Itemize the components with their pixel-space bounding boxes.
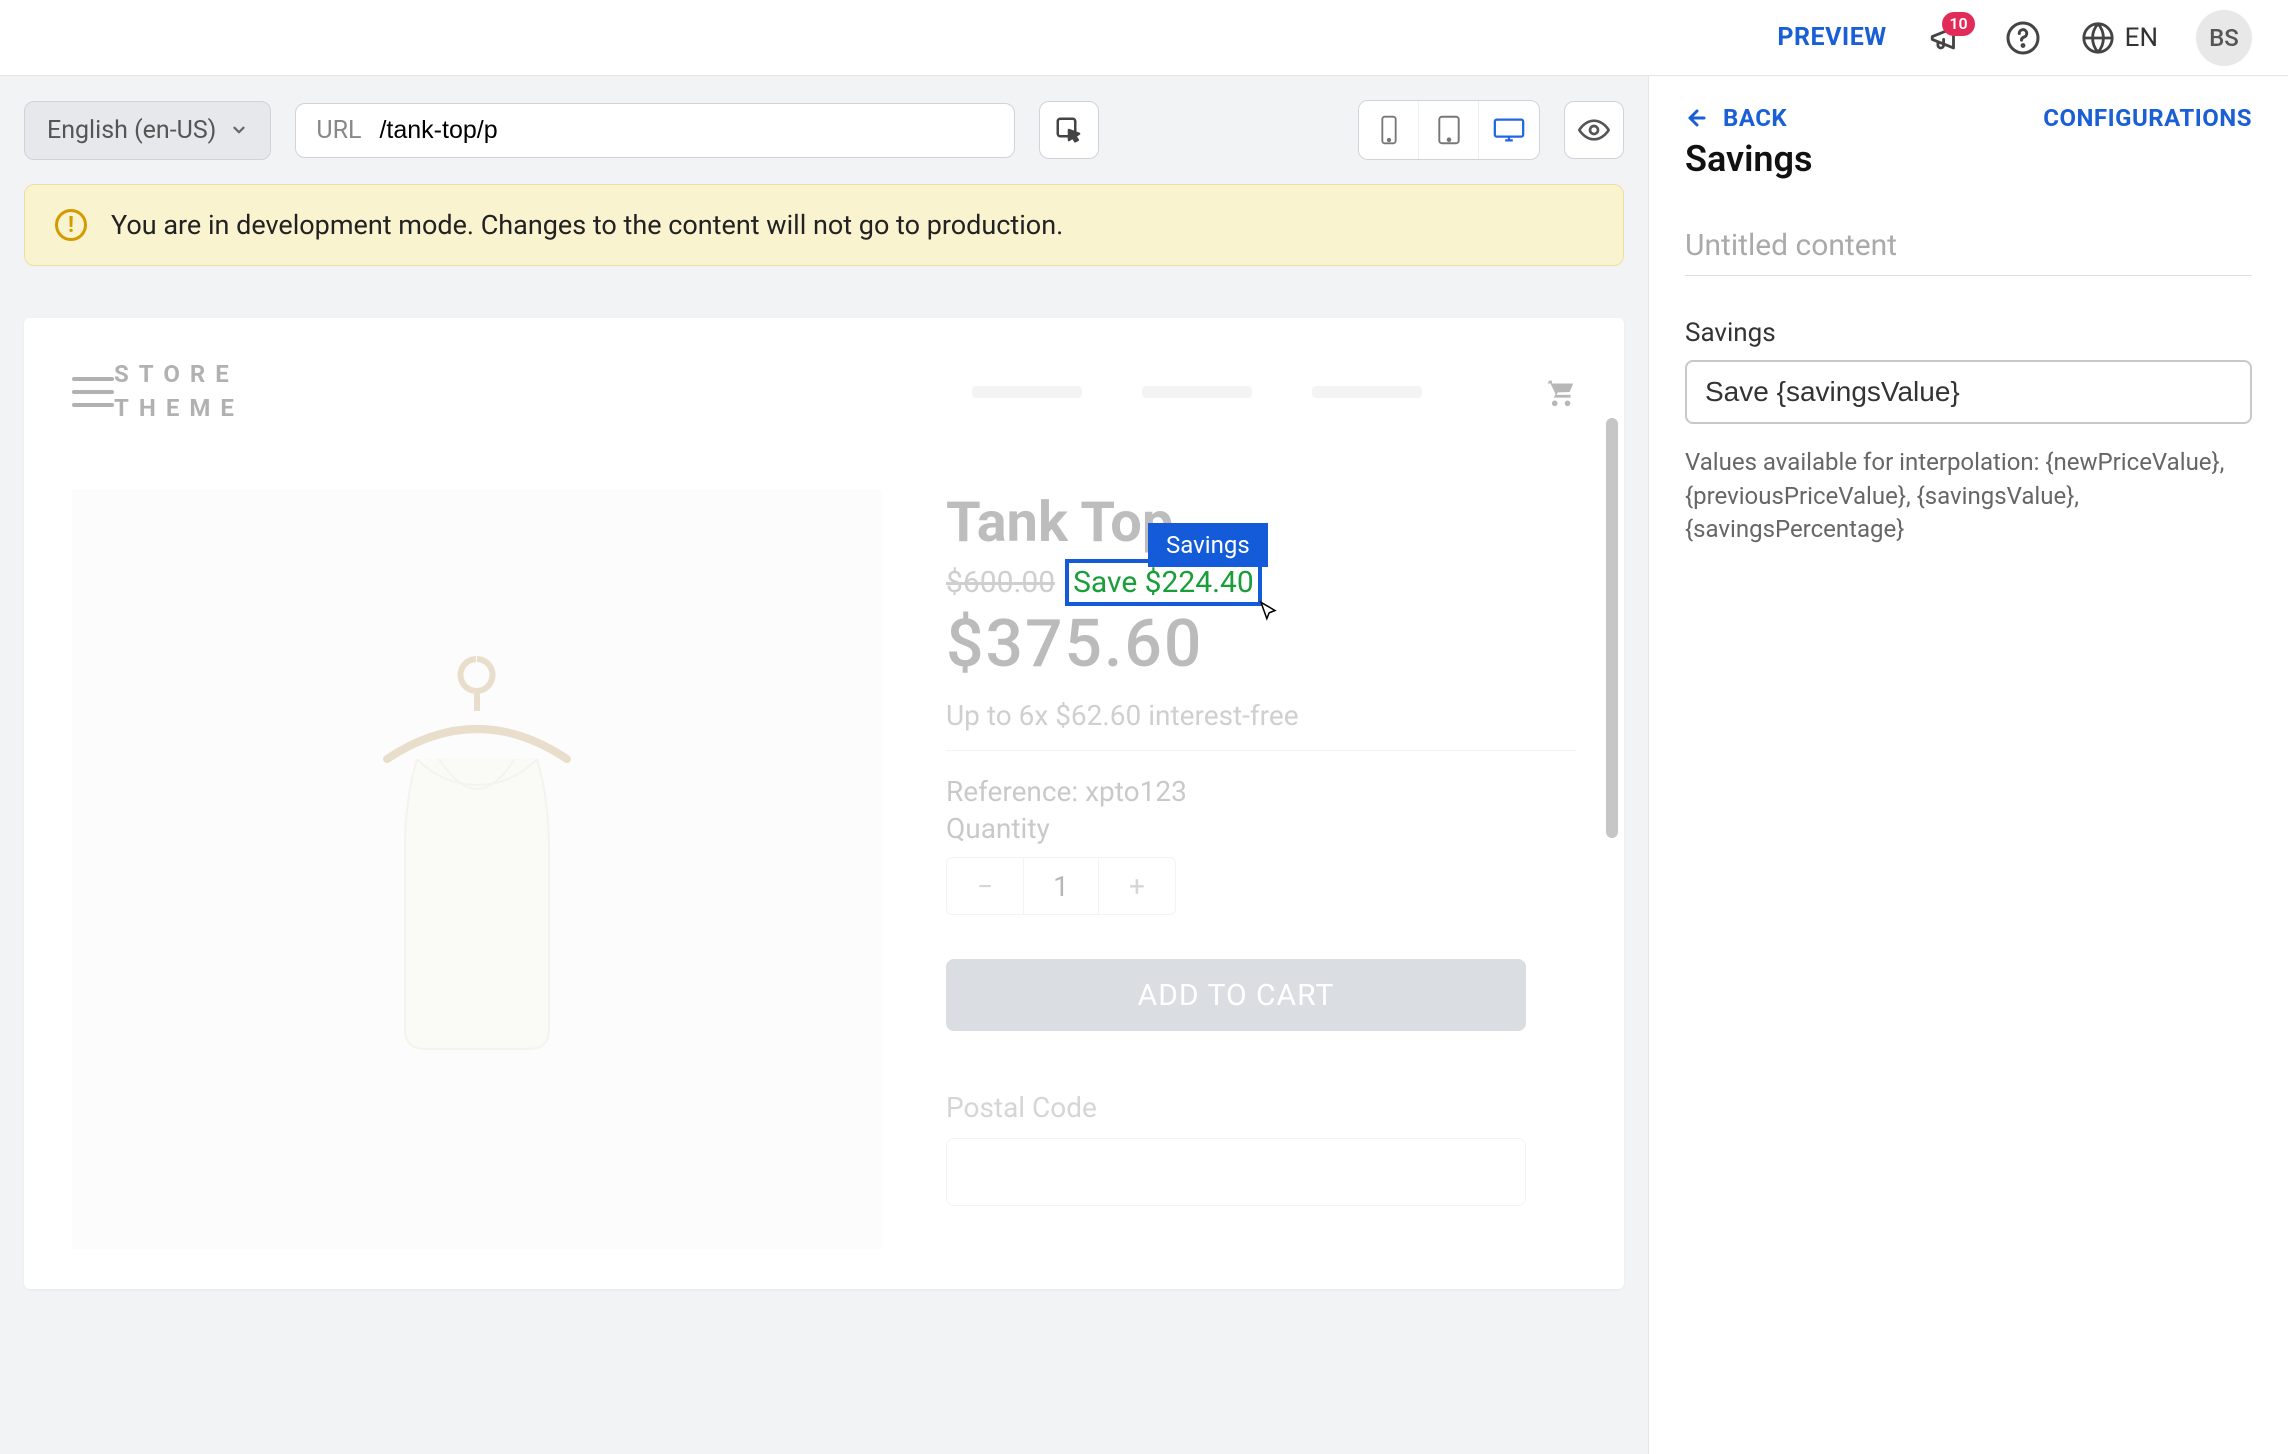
warning-icon: ! — [55, 209, 87, 241]
topbar: PREVIEW 10 EN BS — [0, 0, 2288, 76]
quantity-label: Quantity — [946, 812, 1576, 845]
preview-link[interactable]: PREVIEW — [1777, 23, 1886, 52]
savings-block[interactable]: Savings Save $224.40 — [1065, 565, 1262, 600]
pointer-square-icon — [1054, 115, 1084, 145]
store-header: STORE THEME — [72, 358, 1576, 425]
url-input[interactable] — [379, 116, 994, 145]
previous-price: $600.00 — [946, 565, 1055, 600]
nav-placeholder — [1312, 386, 1422, 398]
url-field[interactable]: URL — [295, 103, 1015, 158]
back-link[interactable]: BACK — [1685, 104, 1787, 132]
editor-column: English (en-US) URL — [0, 76, 1648, 1454]
product-image — [72, 489, 882, 1249]
quantity-increase[interactable]: + — [1099, 858, 1175, 914]
postal-input[interactable] — [946, 1138, 1526, 1206]
banner-text: You are in development mode. Changes to … — [111, 209, 1063, 241]
quantity-decrease[interactable]: − — [947, 858, 1023, 914]
dev-mode-banner: ! You are in development mode. Changes t… — [24, 184, 1624, 266]
config-panel: BACK CONFIGURATIONS Savings Untitled con… — [1648, 76, 2288, 1454]
avatar[interactable]: BS — [2196, 10, 2252, 66]
postal-label: Postal Code — [946, 1091, 1576, 1124]
quantity-stepper: − 1 + — [946, 857, 1176, 915]
viewport-switcher — [1358, 100, 1540, 160]
config-title: Savings — [1685, 138, 2252, 180]
scrollbar-thumb[interactable] — [1606, 418, 1618, 838]
interpolation-help: Values available for interpolation: {new… — [1685, 446, 2252, 547]
configurations-link[interactable]: CONFIGURATIONS — [2043, 104, 2252, 132]
savings-field-input[interactable] — [1685, 360, 2252, 424]
savings-block-label: Savings — [1148, 523, 1268, 567]
menu-icon[interactable] — [72, 377, 114, 407]
announcements-icon[interactable]: 10 — [1925, 18, 1965, 58]
add-to-cart-button[interactable]: ADD TO CART — [946, 959, 1526, 1031]
nav-placeholder — [972, 386, 1082, 398]
content-name-input[interactable]: Untitled content — [1685, 228, 2252, 276]
viewport-desktop[interactable] — [1479, 101, 1539, 159]
store-logo: STORE THEME — [114, 358, 244, 425]
back-label: BACK — [1723, 104, 1787, 132]
language-selector[interactable]: EN — [2081, 21, 2158, 55]
help-icon[interactable] — [2003, 18, 2043, 58]
desktop-icon — [1492, 116, 1526, 144]
tablet-icon — [1436, 115, 1462, 145]
notification-badge: 10 — [1942, 12, 1974, 36]
mobile-icon — [1378, 115, 1400, 145]
view-live-button[interactable] — [1564, 101, 1624, 159]
savings-field-label: Savings — [1685, 318, 2252, 348]
nav-placeholder — [1142, 386, 1252, 398]
url-label: URL — [316, 116, 361, 145]
locale-select[interactable]: English (en-US) — [24, 101, 271, 160]
language-code: EN — [2125, 23, 2158, 53]
select-element-button[interactable] — [1039, 101, 1099, 159]
viewport-tablet[interactable] — [1419, 101, 1479, 159]
editor-toolbar: English (en-US) URL — [24, 100, 1624, 160]
reference-text: Reference: xpto123 — [946, 775, 1576, 808]
locale-label: English (en-US) — [47, 116, 216, 145]
eye-icon — [1578, 119, 1610, 141]
globe-icon — [2081, 21, 2115, 55]
viewport-mobile[interactable] — [1359, 101, 1419, 159]
chevron-down-icon — [230, 121, 248, 139]
cart-icon[interactable] — [1542, 375, 1576, 409]
cursor-icon — [1254, 600, 1282, 628]
arrow-left-icon — [1685, 106, 1709, 130]
installments-text: Up to 6x $62.60 interest-free — [946, 699, 1576, 751]
preview-canvas: STORE THEME — [24, 318, 1624, 1289]
quantity-value: 1 — [1023, 858, 1099, 914]
